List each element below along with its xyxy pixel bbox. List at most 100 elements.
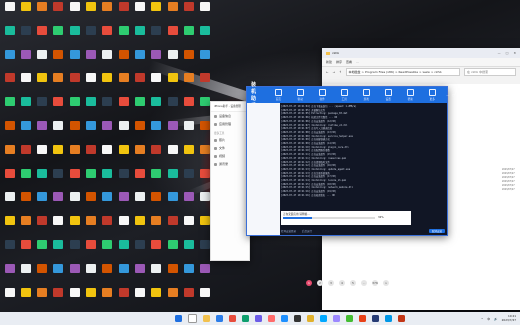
tab-software[interactable]: 软件: [312, 89, 332, 101]
desktop-shortcut-icon[interactable]: [84, 216, 99, 232]
desktop-shortcut-icon[interactable]: [35, 144, 50, 161]
desktop-shortcut-icon[interactable]: [2, 287, 17, 304]
desktop-shortcut-icon[interactable]: [181, 25, 196, 42]
cancel-install-button[interactable]: 取消安装: [428, 228, 445, 233]
desktop-shortcut-icon[interactable]: [67, 49, 82, 66]
desktop-shortcut-icon[interactable]: [2, 168, 17, 185]
desktop-shortcut-icon[interactable]: [35, 73, 50, 89]
clock[interactable]: 10:21 2023/7/27: [502, 314, 516, 322]
minimize-button[interactable]: —: [446, 93, 449, 97]
desktop-shortcut-icon[interactable]: [2, 121, 17, 137]
sidebar-item-videos[interactable]: 视频: [211, 152, 249, 160]
desktop-shortcut-icon[interactable]: [132, 263, 147, 280]
page-button[interactable]: 376: [372, 280, 378, 286]
desktop-shortcut-icon[interactable]: [100, 287, 115, 304]
desktop-shortcut-icon[interactable]: [51, 121, 66, 137]
desktop-shortcut-icon[interactable]: [132, 25, 147, 42]
desktop-shortcut-icon[interactable]: [132, 2, 147, 18]
desktop-shortcut-icon[interactable]: [84, 263, 99, 280]
desktop-shortcut-icon[interactable]: [100, 192, 115, 208]
desktop-shortcut-icon[interactable]: [2, 144, 17, 161]
sidebar-item-apps[interactable]: 应用管理: [211, 120, 249, 128]
desktop-shortcut-icon[interactable]: [67, 216, 82, 232]
view-button[interactable]: 查看: [346, 60, 352, 64]
desktop-shortcut-icon[interactable]: [132, 49, 147, 66]
desktop-shortcut-icon[interactable]: [116, 287, 131, 304]
open-folder-link[interactable]: 打开安装目录: [281, 229, 296, 233]
breadcrumb[interactable]: 本地磁盘 > Program Files (x86) > ReadPossibl…: [345, 68, 460, 76]
desktop-shortcut-icon[interactable]: [132, 97, 147, 113]
desktop-shortcut-icon[interactable]: [18, 121, 33, 137]
desktop-shortcut-icon[interactable]: [2, 73, 17, 89]
desktop-shortcut-icon[interactable]: [100, 168, 115, 185]
start-icon[interactable]: [175, 315, 182, 322]
desktop-shortcut-icon[interactable]: [67, 263, 82, 280]
desktop-shortcut-icon[interactable]: [116, 144, 131, 161]
page-button[interactable]: 2: [317, 280, 323, 286]
desktop-shortcut-icon[interactable]: [100, 25, 115, 42]
desktop-shortcut-icon[interactable]: [51, 97, 66, 113]
desktop-shortcut-icon[interactable]: [84, 168, 99, 185]
desktop-shortcut-icon[interactable]: [149, 240, 164, 256]
desktop-shortcut-icon[interactable]: [35, 240, 50, 256]
desktop-shortcut-icon[interactable]: [51, 2, 66, 18]
desktop-shortcut-icon[interactable]: [35, 25, 50, 42]
tab-help[interactable]: 帮助: [400, 89, 420, 101]
desktop-shortcut-icon[interactable]: [165, 73, 180, 89]
close-button[interactable]: ✕: [458, 93, 461, 97]
desktop-shortcut-icon[interactable]: [181, 121, 196, 137]
desktop-shortcut-icon[interactable]: [165, 263, 180, 280]
new-button[interactable]: 新建: [326, 60, 332, 64]
desktop-shortcut-icon[interactable]: [132, 216, 147, 232]
desktop-shortcut-icon[interactable]: [100, 263, 115, 280]
desktop-shortcut-icon[interactable]: [84, 121, 99, 137]
desktop-shortcut-icon[interactable]: [67, 240, 82, 256]
more-button[interactable]: ···: [356, 60, 359, 64]
desktop-shortcut-icon[interactable]: [51, 216, 66, 232]
desktop-shortcut-icon[interactable]: [132, 287, 147, 304]
desktop-shortcut-icon[interactable]: [181, 287, 196, 304]
desktop-shortcut-icon[interactable]: [18, 49, 33, 66]
desktop-shortcut-icon[interactable]: [35, 192, 50, 208]
desktop-shortcut-icon[interactable]: [165, 49, 180, 66]
desktop-shortcut-icon[interactable]: [116, 216, 131, 232]
desktop-shortcut-icon[interactable]: [165, 192, 180, 208]
desktop-shortcut-icon[interactable]: [198, 73, 213, 89]
desktop-shortcut-icon[interactable]: [2, 240, 17, 256]
desktop-shortcut-icon[interactable]: [2, 97, 17, 113]
sort-button[interactable]: 排序: [336, 60, 342, 64]
taskbar-app-icon[interactable]: [268, 315, 275, 322]
taskbar-app-icon[interactable]: [242, 315, 249, 322]
desktop-shortcut-icon[interactable]: [18, 25, 33, 42]
desktop-shortcut-icon[interactable]: [181, 73, 196, 89]
desktop-shortcut-icon[interactable]: [2, 2, 17, 18]
sidebar-item-files[interactable]: 文件: [211, 144, 249, 152]
desktop-shortcut-icon[interactable]: [181, 192, 196, 208]
taskbar-app-icon[interactable]: [320, 315, 327, 322]
desktop-shortcut-icon[interactable]: [84, 73, 99, 89]
page-button[interactable]: 5: [350, 280, 356, 286]
desktop-shortcut-icon[interactable]: [149, 144, 164, 161]
desktop-shortcut-icon[interactable]: [100, 216, 115, 232]
taskbar-app-icon[interactable]: [398, 315, 405, 322]
desktop-shortcut-icon[interactable]: [116, 73, 131, 89]
tab-drivers[interactable]: 驱动: [290, 89, 310, 101]
desktop-shortcut-icon[interactable]: [2, 25, 17, 42]
desktop-shortcut-icon[interactable]: [51, 144, 66, 161]
desktop-shortcut-icon[interactable]: [18, 287, 33, 304]
desktop-shortcut-icon[interactable]: [18, 97, 33, 113]
tab-tools[interactable]: 工具: [334, 89, 354, 101]
desktop-shortcut-icon[interactable]: [18, 168, 33, 185]
minimize-button[interactable]: —: [498, 51, 501, 55]
page-button[interactable]: 3: [328, 280, 334, 286]
desktop-shortcut-icon[interactable]: [67, 73, 82, 89]
tray-overflow-icon[interactable]: ^: [481, 317, 483, 321]
desktop-shortcut-icon[interactable]: [67, 168, 82, 185]
desktop-shortcut-icon[interactable]: [116, 2, 131, 18]
desktop-shortcut-icon[interactable]: [181, 240, 196, 256]
desktop-shortcut-icon[interactable]: [198, 2, 213, 18]
tab-settings[interactable]: 设置: [378, 89, 398, 101]
desktop-shortcut-icon[interactable]: [84, 2, 99, 18]
desktop-shortcut-icon[interactable]: [84, 49, 99, 66]
taskbar-app-icon[interactable]: [346, 315, 353, 322]
